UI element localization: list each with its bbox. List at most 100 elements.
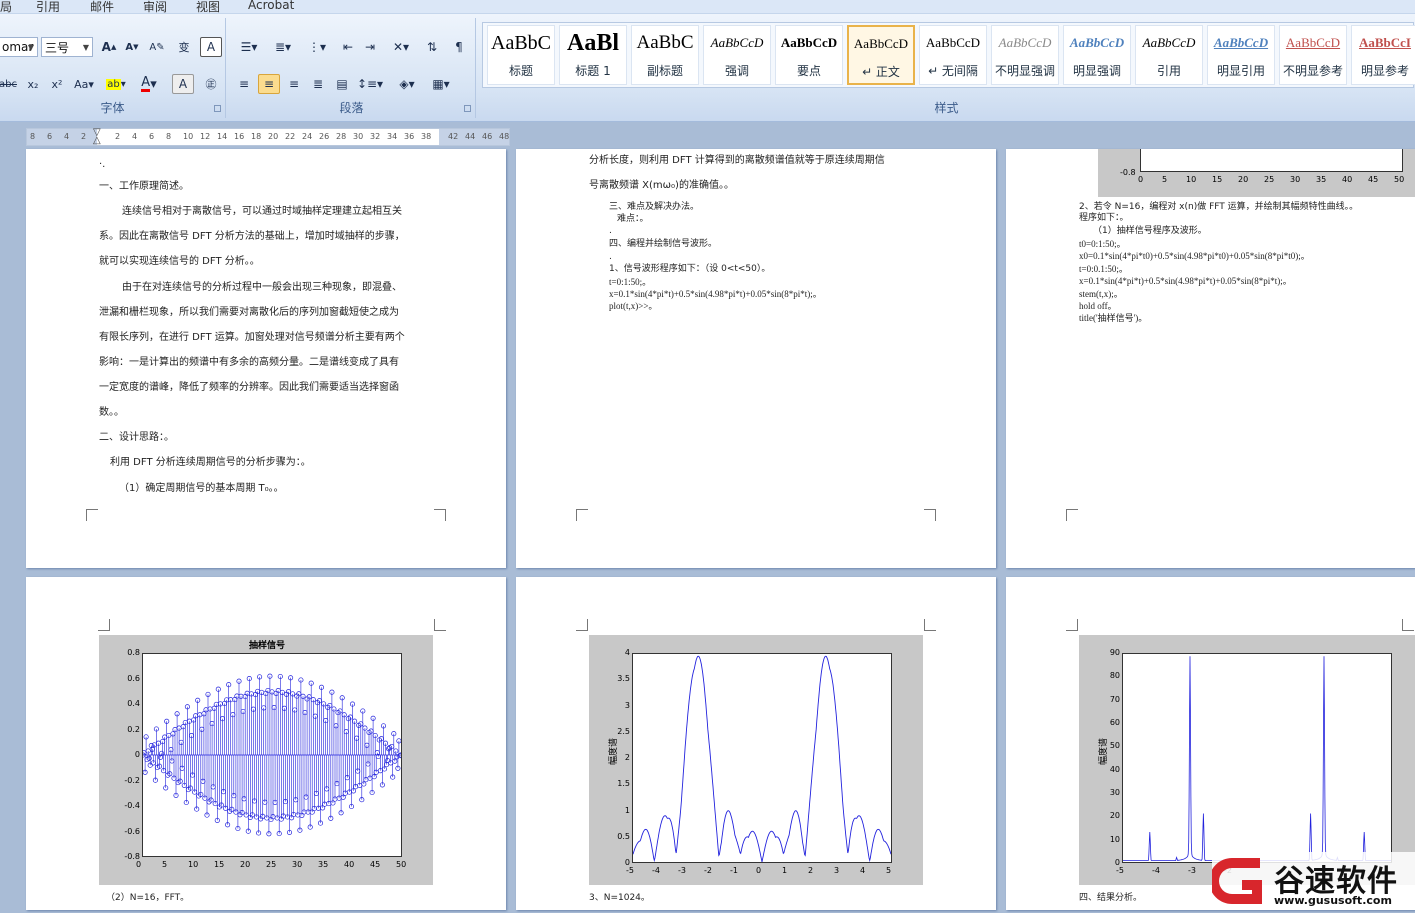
x-tick-label: 25 bbox=[266, 860, 277, 869]
increase-indent-icon[interactable]: ⇥ bbox=[360, 37, 380, 57]
line-spacing-icon[interactable]: ↕≡▾ bbox=[356, 74, 384, 94]
axis-tick-label: -0.8 bbox=[1120, 168, 1136, 177]
justify-icon[interactable]: ≣ bbox=[308, 74, 328, 94]
shrink-font-icon[interactable]: A ▼ bbox=[122, 37, 142, 57]
paragraph-mark: . bbox=[609, 252, 612, 262]
style-tile-9[interactable]: AaBbCcD 引用 bbox=[1135, 25, 1203, 85]
char-shading-icon[interactable]: A bbox=[172, 74, 194, 94]
style-tile-4[interactable]: AaBbCcD 要点 bbox=[775, 25, 843, 85]
sort-icon[interactable]: ⇅ bbox=[420, 37, 444, 57]
phonetic-guide-icon[interactable]: 变 bbox=[172, 37, 196, 57]
page-corner-mark bbox=[924, 619, 936, 631]
align-right-icon[interactable]: ≡ bbox=[284, 74, 304, 94]
page-corner-mark bbox=[434, 619, 446, 631]
heading-2: 二、设计思路：。 bbox=[99, 432, 174, 443]
figure-spectrum-n16: 幅度谱 9080706050403020100 -5-4-3-2 bbox=[1079, 635, 1415, 885]
page-1: ·. 一、工作原理简述。 连续信号相对于离散信号，可以通过时域抽样定理建立起相互… bbox=[26, 149, 506, 568]
style-name: ↵ 无间隔 bbox=[928, 64, 978, 78]
body-text-line: 数。。 bbox=[99, 407, 124, 418]
style-sample: AaBbCcD bbox=[853, 36, 909, 51]
y-tick-label: 2 bbox=[624, 753, 630, 762]
style-tile-1[interactable]: AaBl 标题 1 bbox=[559, 25, 627, 85]
y-tick-label: 1.5 bbox=[617, 779, 630, 789]
ruler-tick: 8 bbox=[166, 132, 172, 141]
align-center-icon[interactable]: ≡ bbox=[258, 74, 280, 94]
style-sample: AaBbCcD bbox=[710, 35, 764, 50]
paragraph-dialog-launcher[interactable] bbox=[464, 105, 471, 112]
menu-item-mailings[interactable]: 邮件 bbox=[90, 0, 114, 15]
plot-area bbox=[632, 653, 892, 863]
style-tile-3[interactable]: AaBbCcD 强调 bbox=[703, 25, 771, 85]
chevron-down-icon[interactable]: ▼ bbox=[83, 43, 89, 52]
style-tile-8[interactable]: AaBbCcD 明显强调 bbox=[1063, 25, 1131, 85]
ruler-tick: 36 bbox=[404, 132, 415, 141]
y-tick-label: -0.2 bbox=[124, 775, 140, 785]
axis-tick-label: 15 bbox=[1212, 175, 1223, 184]
menu-item-acrobat[interactable]: Acrobat bbox=[248, 0, 294, 12]
y-tick-label: 0.6 bbox=[127, 673, 140, 683]
align-left-icon[interactable]: ≡ bbox=[234, 74, 254, 94]
change-case-icon[interactable]: Aa▾ bbox=[70, 74, 98, 94]
shading-icon[interactable]: ◈▾ bbox=[392, 74, 422, 94]
paragraph-group: ☰▾ ≣▾ ⋮▾ ⇤ ⇥ ✕▾ ⇅ ¶ ≡ ≡ ≡ ≣ ▤ ↕≡▾ ◈▾ ▦▾ … bbox=[228, 18, 476, 118]
font-name-combo[interactable]: omar ▼ bbox=[0, 37, 38, 57]
page-4: 抽样信号 0.8 0.6 0.4 0.2 0 -0.2 -0.4 -0.6 -0.8 0 5 10 1… bbox=[26, 577, 506, 910]
ruler-tick: 6 bbox=[47, 132, 53, 141]
menu-item-view[interactable]: 视图 bbox=[196, 0, 220, 15]
text-direction-icon[interactable]: ✕▾ bbox=[386, 37, 416, 57]
paragraph-mark: ·. bbox=[99, 159, 106, 170]
indent-marker-icon[interactable]: ▽ △ bbox=[93, 128, 103, 146]
font-color-icon[interactable]: A ▾ bbox=[134, 74, 164, 94]
char-border-icon[interactable]: A bbox=[200, 37, 222, 57]
y-tick-label: 3.5 bbox=[617, 674, 630, 684]
styles-group-label: 样式 bbox=[934, 101, 959, 115]
x-tick-label: 2 bbox=[808, 866, 814, 875]
style-tile-2[interactable]: AaBbC 副标题 bbox=[631, 25, 699, 85]
style-tile-0[interactable]: AaBbC 标题 bbox=[487, 25, 555, 85]
style-name: ↵ 正文 bbox=[862, 65, 900, 79]
style-tile-11[interactable]: AaBbCcD 不明显参考 bbox=[1279, 25, 1347, 85]
style-name: 要点 bbox=[796, 64, 821, 78]
enclose-char-icon[interactable]: ㊣ bbox=[200, 74, 222, 94]
y-tick-label: 0 bbox=[134, 750, 140, 759]
font-dialog-launcher[interactable] bbox=[214, 105, 221, 112]
menu-item-review[interactable]: 审阅 bbox=[143, 0, 167, 15]
distribute-icon[interactable]: ▤ bbox=[332, 74, 352, 94]
x-tick-label: 45 bbox=[370, 860, 381, 869]
grow-font-icon[interactable]: A ▲ bbox=[98, 37, 120, 57]
watermark-url: www.gususoft.com bbox=[1274, 894, 1392, 907]
ruler-tick: 44 bbox=[465, 132, 476, 141]
font-size-value: 三号 bbox=[45, 40, 70, 55]
decrease-indent-icon[interactable]: ⇤ bbox=[338, 37, 358, 57]
multilevel-list-icon[interactable]: ⋮▾ bbox=[302, 37, 332, 57]
style-tile-6[interactable]: AaBbCcD ↵ 无间隔 bbox=[919, 25, 987, 85]
style-tile-10[interactable]: AaBbCcD 明显引用 bbox=[1207, 25, 1275, 85]
menu-item-references[interactable]: 引用 bbox=[36, 0, 60, 15]
style-tile-12[interactable]: AaBbCcI 明显参考 bbox=[1351, 25, 1415, 85]
ruler-tick: 12 bbox=[200, 132, 211, 141]
highlight-icon[interactable]: ab ▾ bbox=[102, 74, 130, 94]
style-tile-5[interactable]: AaBbCcD ↵ 正文 bbox=[847, 25, 915, 85]
strikethrough-icon[interactable]: abc bbox=[0, 74, 18, 94]
borders-icon[interactable]: ▦▾ bbox=[426, 74, 456, 94]
superscript-icon[interactable]: x² bbox=[46, 74, 68, 94]
style-tile-7[interactable]: AaBbCcD 不明显强调 bbox=[991, 25, 1059, 85]
page-corner-mark bbox=[1066, 509, 1078, 521]
subscript-icon[interactable]: x₂ bbox=[22, 74, 44, 94]
plot-area bbox=[140, 653, 404, 857]
horizontal-ruler[interactable]: ▽ △ 8 6 4 2 2 4 6 8 10 12 14 16 18 20 22 24 26 28 30 32 34 36 3… bbox=[26, 128, 510, 146]
show-marks-icon[interactable]: ¶ bbox=[448, 37, 470, 57]
heading-1: 一、工作原理简述。 bbox=[99, 181, 189, 192]
body-text-line: 1、信号波形程序如下：（设 0<t<50）。 bbox=[609, 264, 771, 274]
bullets-icon[interactable]: ☰▾ bbox=[234, 37, 264, 57]
chevron-down-icon[interactable]: ▼ bbox=[28, 43, 34, 52]
numbering-icon[interactable]: ≣▾ bbox=[268, 37, 298, 57]
font-size-combo[interactable]: 三号 ▼ bbox=[41, 37, 93, 57]
y-tick-label: 30 bbox=[1109, 788, 1120, 797]
x-tick-label: 20 bbox=[240, 860, 251, 869]
figure-caption: 3、N=1024。 bbox=[589, 893, 650, 903]
menu-item-fragment[interactable]: 局 bbox=[0, 0, 12, 15]
style-name: 标题 1 bbox=[575, 64, 611, 78]
axis-tick-label: 20 bbox=[1238, 175, 1249, 184]
clear-format-icon[interactable]: A✎ bbox=[146, 37, 168, 57]
